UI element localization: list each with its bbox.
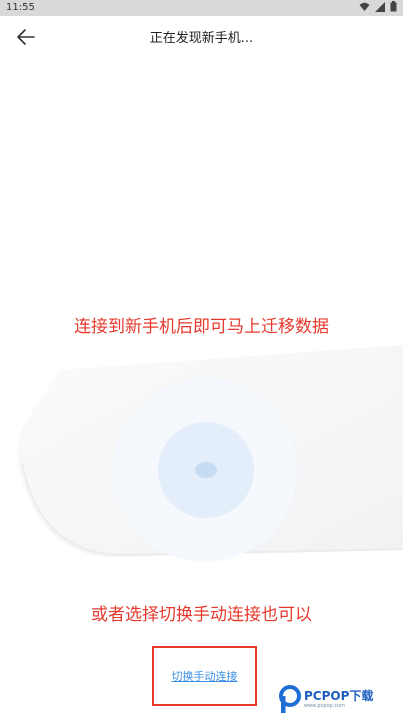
wifi-icon — [359, 2, 370, 11]
switch-manual-connect-link[interactable]: 切换手动连接 — [154, 668, 255, 684]
watermark-brand: PCPOP下载 — [304, 689, 374, 703]
phone-scan-illustration — [17, 345, 403, 562]
watermark: PCPOP下载 www.pcpop.com — [278, 685, 400, 717]
connect-hint: 连接到新手机后即可马上迁移数据 — [74, 317, 329, 337]
status-icons — [359, 1, 397, 12]
manual-hint: 或者选择切换手动连接也可以 — [91, 605, 312, 625]
signal-icon — [375, 1, 385, 12]
highlight-box: 切换手动连接 — [152, 646, 257, 706]
page-title: 正在发现新手机... — [149, 31, 254, 46]
status-bar: 11:55 — [0, 0, 403, 16]
battery-icon — [390, 1, 397, 12]
watermark-url: www.pcpop.com — [304, 703, 345, 709]
status-time: 11:55 — [6, 2, 35, 13]
pcpop-logo-icon — [279, 685, 301, 713]
app-bar: 正在发现新手机... — [0, 16, 403, 58]
